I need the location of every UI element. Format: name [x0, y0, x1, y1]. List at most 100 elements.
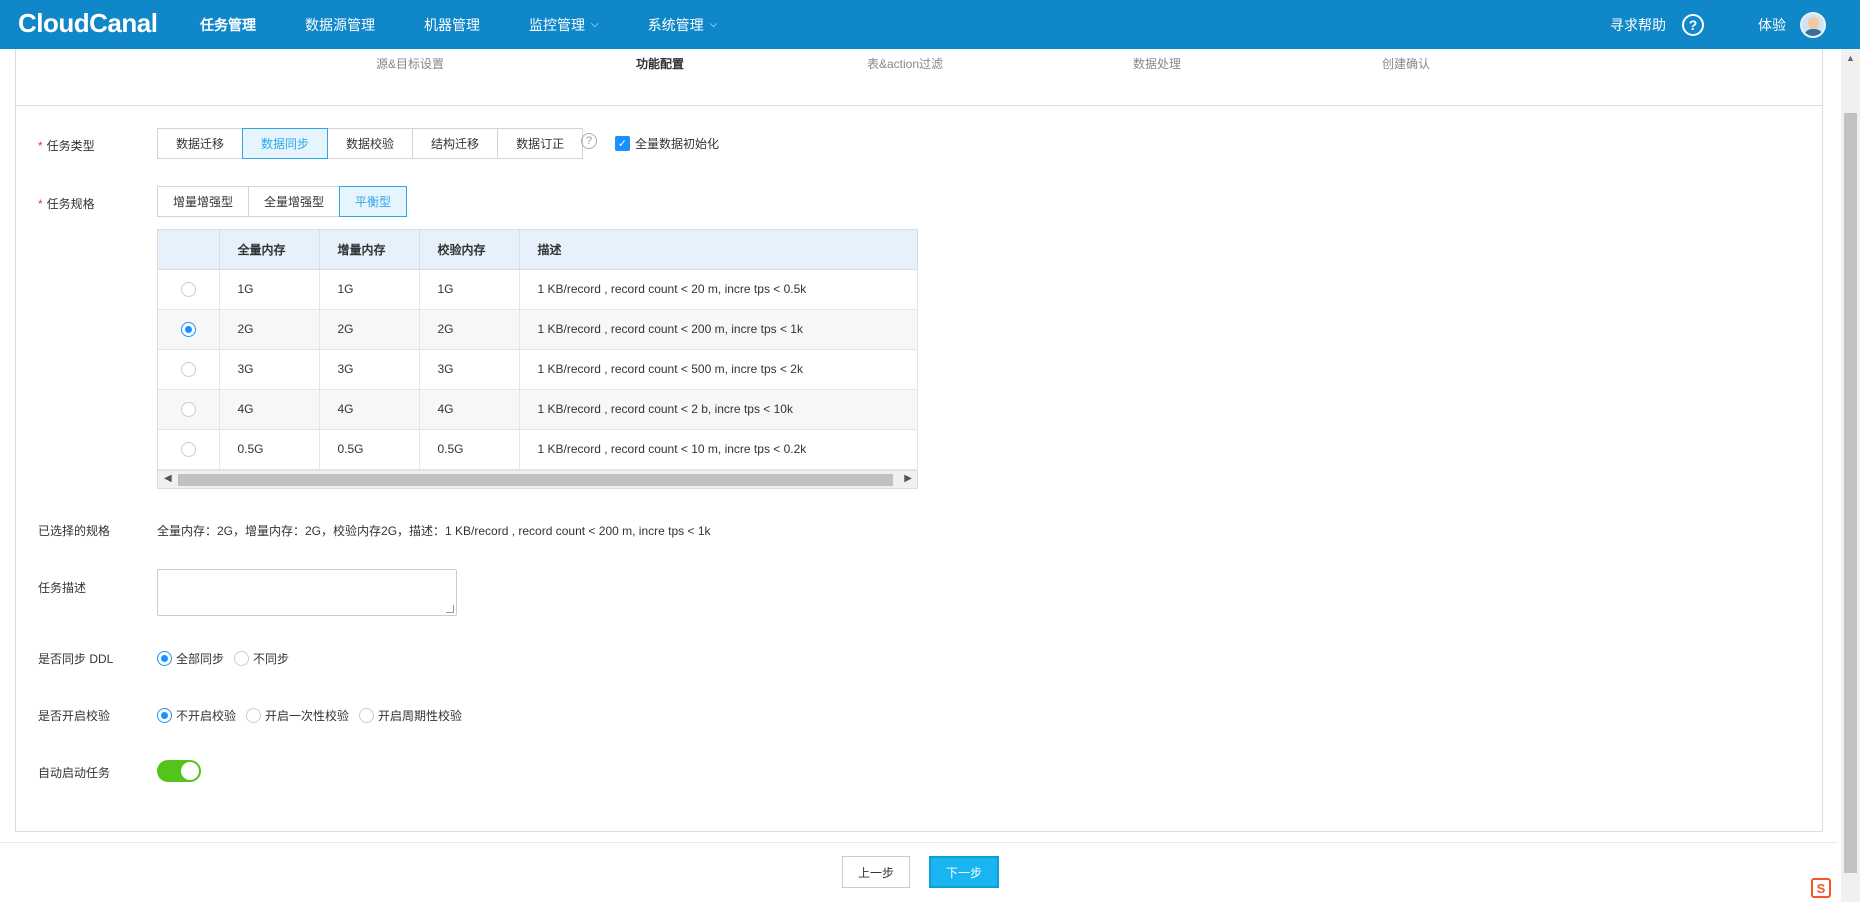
question-circle-icon[interactable]: ? — [1682, 13, 1704, 36]
sync-ddl-radio-group: 全部同步 不同步 — [157, 650, 299, 667]
table-horizontal-scrollbar[interactable]: ◀ ▶ — [158, 470, 917, 488]
page-vertical-scrollbar[interactable]: ▲ — [1841, 49, 1860, 902]
radio-label: 全部同步 — [176, 652, 225, 666]
task-type-structure-migration[interactable]: 结构迁移 — [412, 128, 499, 159]
table-row[interactable]: 4G 4G 4G 1 KB/record , record count < 2 … — [158, 389, 918, 430]
table-header-row: 全量内存 增量内存 校验内存 描述 — [158, 230, 918, 270]
auto-start-toggle[interactable] — [157, 760, 201, 782]
task-spec-selector: 增量增强型 全量增强型 平衡型 — [157, 186, 408, 217]
nav-item-system-management[interactable]: 系统管理 ⌵ — [648, 15, 718, 35]
radio-button[interactable] — [359, 708, 375, 723]
radio-button[interactable] — [246, 708, 262, 723]
nav-item-task-management[interactable]: 任务管理 — [200, 15, 256, 35]
task-type-check[interactable]: 数据校验 — [327, 128, 414, 159]
avatar[interactable] — [1800, 11, 1826, 38]
check-disabled[interactable]: 不开启校验 — [157, 707, 236, 724]
table-row[interactable]: 2G 2G 2G 1 KB/record , record count < 20… — [158, 309, 918, 350]
task-desc-textarea[interactable] — [157, 569, 457, 616]
row-select-cell — [158, 269, 220, 310]
table-cell: 0.5G — [319, 429, 420, 470]
required-marker: * — [38, 139, 43, 153]
spec-radio[interactable] — [180, 441, 196, 457]
spec-radio[interactable] — [180, 321, 196, 337]
enable-check-radio-group: 不开启校验 开启一次性校验 开启周期性校验 — [157, 707, 472, 724]
scrollbar-thumb[interactable] — [178, 474, 893, 486]
input-method-icon[interactable]: S — [1811, 878, 1831, 898]
step-create-confirm: 创建确认 — [1382, 57, 1431, 71]
table-cell: 1G — [419, 269, 520, 310]
chevron-down-icon: ⌵ — [591, 19, 599, 30]
step-table-action-filter: 表&action过滤 — [867, 57, 944, 71]
table-header-full-mem: 全量内存 — [219, 230, 320, 270]
table-cell: 3G — [419, 349, 520, 390]
step-indicator: 源&目标设置 功能配置 表&action过滤 数据处理 创建确认 — [16, 49, 1822, 106]
nav-label: 监控管理 — [529, 16, 585, 33]
required-marker: * — [38, 197, 43, 211]
user-name[interactable]: 体验 — [1758, 15, 1786, 35]
table-cell: 1 KB/record , record count < 2 b, incre … — [519, 389, 918, 430]
spec-radio[interactable] — [180, 401, 196, 417]
next-step-button[interactable]: 下一步 — [929, 856, 999, 888]
table-cell: 1G — [319, 269, 420, 310]
radio-button[interactable] — [157, 651, 172, 666]
nav-label: 数据源管理 — [305, 16, 375, 33]
scrollbar-thumb[interactable] — [1844, 113, 1857, 873]
radio-button[interactable] — [157, 708, 172, 723]
checkmark-icon: ✓ — [615, 136, 630, 151]
table-header-select — [158, 230, 220, 270]
radio-button[interactable] — [234, 651, 250, 666]
nav-item-datasource-management[interactable]: 数据源管理 — [305, 15, 375, 35]
step-data-processing: 数据处理 — [1133, 57, 1182, 71]
question-circle-icon[interactable]: ? — [581, 133, 597, 149]
check-periodic[interactable]: 开启周期性校验 — [359, 707, 462, 724]
nav-item-monitor-management[interactable]: 监控管理 ⌵ — [529, 15, 599, 35]
task-type-sync[interactable]: 数据同步 — [242, 128, 329, 159]
sync-ddl-label: 是否同步 DDL — [38, 652, 114, 666]
chevron-down-icon: ⌵ — [709, 19, 718, 30]
task-spec-label: * 任务规格 — [38, 195, 95, 212]
scroll-up-icon[interactable]: ▲ — [1846, 53, 1855, 63]
task-type-correction[interactable]: 数据订正 — [497, 128, 584, 159]
spec-balanced[interactable]: 平衡型 — [339, 186, 408, 217]
radio-label: 开启周期性校验 — [378, 709, 463, 723]
help-link[interactable]: 寻求帮助 — [1610, 15, 1666, 35]
task-type-selector: 数据迁移 数据同步 数据校验 结构迁移 数据订正 — [157, 128, 584, 159]
table-row[interactable]: 0.5G 0.5G 0.5G 1 KB/record , record coun… — [158, 429, 918, 470]
footer-bar — [0, 842, 1838, 902]
radio-label: 不同步 — [253, 652, 290, 666]
check-once[interactable]: 开启一次性校验 — [246, 707, 349, 724]
selected-spec-label: 已选择的规格 — [38, 524, 111, 538]
nav-label: 机器管理 — [424, 16, 480, 33]
table-cell: 1 KB/record , record count < 20 m, incre… — [519, 269, 918, 310]
app-logo[interactable]: CloudCanal — [18, 8, 158, 39]
task-desc-label: 任务描述 — [38, 581, 87, 595]
spec-full-enhanced[interactable]: 全量增强型 — [248, 186, 341, 217]
label-text: 任务类型 — [46, 139, 95, 153]
row-select-cell — [158, 389, 220, 430]
content-panel: 源&目标设置 功能配置 表&action过滤 数据处理 创建确认 * 任务类型 数… — [15, 49, 1823, 832]
top-nav-bar: CloudCanal 任务管理 数据源管理 机器管理 监控管理 ⌵ 系统管理 ⌵… — [0, 0, 1860, 49]
radio-label: 开启一次性校验 — [265, 709, 350, 723]
scroll-left-icon[interactable]: ◀ — [164, 473, 172, 484]
table-row[interactable]: 1G 1G 1G 1 KB/record , record count < 20… — [158, 269, 918, 310]
prev-step-button[interactable]: 上一步 — [842, 856, 910, 888]
nav-item-machine-management[interactable]: 机器管理 — [424, 15, 480, 35]
table-row[interactable]: 3G 3G 3G 1 KB/record , record count < 50… — [158, 349, 918, 390]
table-cell: 2G — [419, 309, 520, 350]
auto-start-label: 自动启动任务 — [38, 766, 111, 780]
sync-ddl-all[interactable]: 全部同步 — [157, 650, 224, 667]
spec-radio[interactable] — [180, 361, 196, 377]
row-select-cell — [158, 309, 220, 350]
full-init-checkbox[interactable]: ✓ 全量数据初始化 — [615, 135, 719, 152]
table-cell: 1 KB/record , record count < 500 m, incr… — [519, 349, 918, 390]
scroll-right-icon[interactable]: ▶ — [904, 473, 912, 484]
spec-incremental-enhanced[interactable]: 增量增强型 — [157, 186, 250, 217]
task-type-migration[interactable]: 数据迁移 — [157, 128, 244, 159]
spec-radio[interactable] — [180, 281, 196, 297]
table-cell: 4G — [219, 389, 320, 430]
toggle-knob — [181, 762, 199, 780]
row-select-cell — [158, 429, 220, 470]
sync-ddl-none[interactable]: 不同步 — [234, 650, 289, 667]
table-cell: 0.5G — [219, 429, 320, 470]
table-cell: 1 KB/record , record count < 10 m, incre… — [519, 429, 918, 470]
